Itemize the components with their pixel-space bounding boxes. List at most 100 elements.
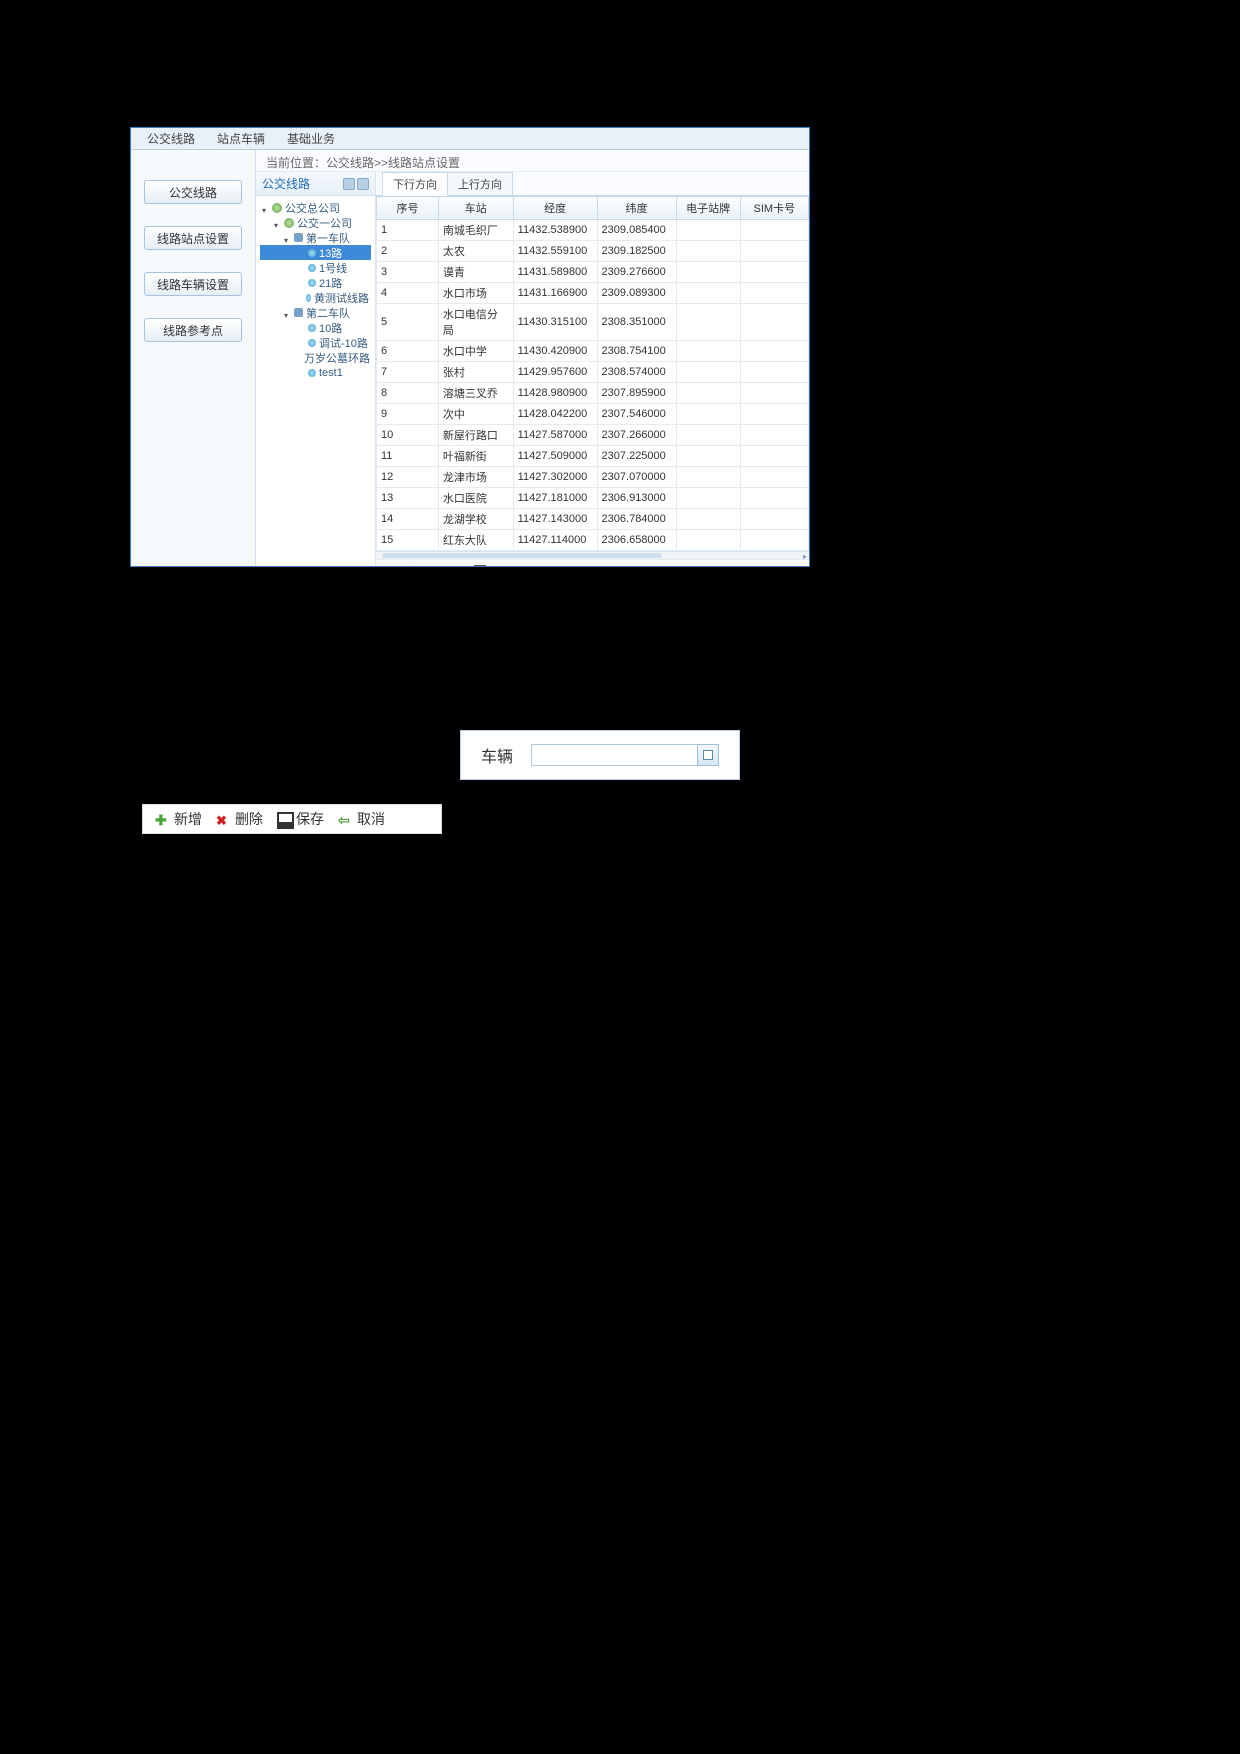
table-cell: 水口市场 bbox=[438, 283, 513, 304]
table-cell: 2307.070000 bbox=[597, 467, 676, 488]
delete-button[interactable]: 删除 bbox=[428, 563, 464, 567]
table-row[interactable]: 13水口医院11427.1810002306.913000 bbox=[377, 488, 809, 509]
breadcrumb: 当前位置：公交线路>>线路站点设置 bbox=[256, 150, 809, 172]
table-cell: 次中 bbox=[438, 404, 513, 425]
table-row[interactable]: 9次中11428.0422002307.546000 bbox=[377, 404, 809, 425]
column-header[interactable]: 序号 bbox=[377, 197, 439, 220]
tree-node-label: 第二车队 bbox=[306, 305, 350, 321]
left-nav-reference-point[interactable]: 线路参考点 bbox=[144, 318, 242, 342]
cancel-button[interactable]: 取消 bbox=[520, 563, 556, 567]
table-row[interactable]: 4水口市场11431.1669002309.089300 bbox=[377, 283, 809, 304]
tree-node-label: 公交一公司 bbox=[297, 215, 352, 231]
tree-node[interactable]: 第一车队 bbox=[260, 230, 371, 245]
tree-node[interactable]: 1号线 bbox=[260, 260, 371, 275]
table-cell: 2306.913000 bbox=[597, 488, 676, 509]
table-cell bbox=[676, 488, 740, 509]
grid-action-bar: 新增 删除 保存 取消 bbox=[376, 559, 809, 566]
float-vehicle-lookup-button[interactable] bbox=[697, 744, 719, 766]
scrollbar-right-arrow-icon[interactable]: ▸ bbox=[803, 552, 807, 561]
tree-node[interactable]: 21路 bbox=[260, 275, 371, 290]
table-cell: 溶塘三叉乔 bbox=[438, 383, 513, 404]
table-cell: 2306.658000 bbox=[597, 530, 676, 551]
direction-tabs: 下行方向 上行方向 bbox=[376, 172, 809, 196]
table-cell: 2307.546000 bbox=[597, 404, 676, 425]
tab-up[interactable]: 上行方向 bbox=[447, 172, 513, 195]
table-cell bbox=[740, 304, 808, 341]
table-row[interactable]: 14龙湖学校11427.1430002306.784000 bbox=[377, 509, 809, 530]
table-cell bbox=[740, 509, 808, 530]
table-cell: 11427.114000 bbox=[513, 530, 597, 551]
table-cell: 2309.276600 bbox=[597, 262, 676, 283]
table-cell: 11430.315100 bbox=[513, 304, 597, 341]
top-tab-base-business[interactable]: 基础业务 bbox=[277, 127, 345, 150]
float-cancel-button[interactable]: 取消 bbox=[334, 807, 389, 831]
tree-node[interactable]: 公交一公司 bbox=[260, 215, 371, 230]
table-cell: 11431.166900 bbox=[513, 283, 597, 304]
table-row[interactable]: 7张村11429.9576002308.574000 bbox=[377, 362, 809, 383]
expand-arrow-icon bbox=[284, 309, 291, 316]
table-cell bbox=[740, 488, 808, 509]
tree-tool-icon-1[interactable] bbox=[343, 178, 355, 190]
left-nav-station-setting[interactable]: 线路站点设置 bbox=[144, 226, 242, 250]
top-tab-bus-route[interactable]: 公交线路 bbox=[137, 127, 205, 150]
table-row[interactable]: 5水口电信分局11430.3151002308.351000 bbox=[377, 304, 809, 341]
hat-icon bbox=[294, 233, 303, 242]
horizontal-scrollbar[interactable]: ▸ bbox=[376, 551, 809, 559]
table-cell bbox=[740, 425, 808, 446]
float-vehicle-lookup: 车辆 bbox=[460, 730, 740, 780]
table-row[interactable]: 11叶福新街11427.5090002307.225000 bbox=[377, 446, 809, 467]
tree-node[interactable]: 万岁公墓环路 bbox=[260, 350, 371, 365]
table-row[interactable]: 2太农11432.5591002309.182500 bbox=[377, 241, 809, 262]
route-icon bbox=[308, 339, 316, 347]
table-cell: 14 bbox=[377, 509, 439, 530]
table-row[interactable]: 15红东大队11427.1140002306.658000 bbox=[377, 530, 809, 551]
tree-node[interactable]: 调试-10路 bbox=[260, 335, 371, 350]
tree-node[interactable]: 10路 bbox=[260, 320, 371, 335]
route-icon bbox=[306, 294, 311, 302]
plus-icon bbox=[155, 812, 169, 826]
table-cell: 太农 bbox=[438, 241, 513, 262]
table-cell: 谟青 bbox=[438, 262, 513, 283]
tree-node[interactable]: test1 bbox=[260, 365, 371, 380]
top-tab-station-vehicle[interactable]: 站点车辆 bbox=[207, 127, 275, 150]
float-save-button[interactable]: 保存 bbox=[273, 807, 328, 831]
add-label: 新增 bbox=[396, 563, 418, 567]
expand-arrow-icon bbox=[274, 219, 281, 226]
float-add-button[interactable]: 新增 bbox=[151, 807, 206, 831]
main-window: 公交线路 站点车辆 基础业务 公交线路 线路站点设置 线路车辆设置 线路参考点 … bbox=[130, 127, 810, 567]
table-cell bbox=[676, 530, 740, 551]
table-row[interactable]: 8溶塘三叉乔11428.9809002307.895900 bbox=[377, 383, 809, 404]
table-row[interactable]: 12龙津市场11427.3020002307.070000 bbox=[377, 467, 809, 488]
add-button[interactable]: 新增 bbox=[382, 563, 418, 567]
table-row[interactable]: 6水口中学11430.4209002308.754100 bbox=[377, 341, 809, 362]
float-add-label: 新增 bbox=[174, 809, 202, 829]
column-header[interactable]: 电子站牌 bbox=[676, 197, 740, 220]
tree-tool-icon-2[interactable] bbox=[357, 178, 369, 190]
column-header[interactable]: 车站 bbox=[438, 197, 513, 220]
tab-down[interactable]: 下行方向 bbox=[382, 172, 448, 196]
expand-arrow-icon bbox=[284, 234, 291, 241]
table-row[interactable]: 3谟青11431.5898002309.276600 bbox=[377, 262, 809, 283]
tree-node[interactable]: 13路 bbox=[260, 245, 371, 260]
tree-node[interactable]: 黄测试线路 bbox=[260, 290, 371, 305]
tree-node[interactable]: 第二车队 bbox=[260, 305, 371, 320]
save-button[interactable]: 保存 bbox=[474, 563, 510, 567]
table-cell bbox=[676, 425, 740, 446]
table-cell: 2309.089300 bbox=[597, 283, 676, 304]
table-cell bbox=[676, 283, 740, 304]
left-nav-bus-route[interactable]: 公交线路 bbox=[144, 180, 242, 204]
column-header[interactable]: SIM卡号 bbox=[740, 197, 808, 220]
column-header[interactable]: 纬度 bbox=[597, 197, 676, 220]
table-row[interactable]: 10新屋行路口11427.5870002307.266000 bbox=[377, 425, 809, 446]
tree-node[interactable]: 公交总公司 bbox=[260, 200, 371, 215]
table-row[interactable]: 1南城毛织厂11432.5389002309.085400 bbox=[377, 220, 809, 241]
scrollbar-thumb[interactable] bbox=[382, 553, 662, 558]
tree-node-label: test1 bbox=[319, 367, 343, 379]
table-cell: 张村 bbox=[438, 362, 513, 383]
station-grid[interactable]: 序号车站经度纬度电子站牌SIM卡号 1南城毛织厂11432.5389002309… bbox=[376, 196, 809, 551]
float-delete-button[interactable]: 删除 bbox=[212, 807, 267, 831]
left-nav-vehicle-setting[interactable]: 线路车辆设置 bbox=[144, 272, 242, 296]
delete-label: 删除 bbox=[442, 563, 464, 567]
column-header[interactable]: 经度 bbox=[513, 197, 597, 220]
float-vehicle-input[interactable] bbox=[531, 744, 719, 766]
